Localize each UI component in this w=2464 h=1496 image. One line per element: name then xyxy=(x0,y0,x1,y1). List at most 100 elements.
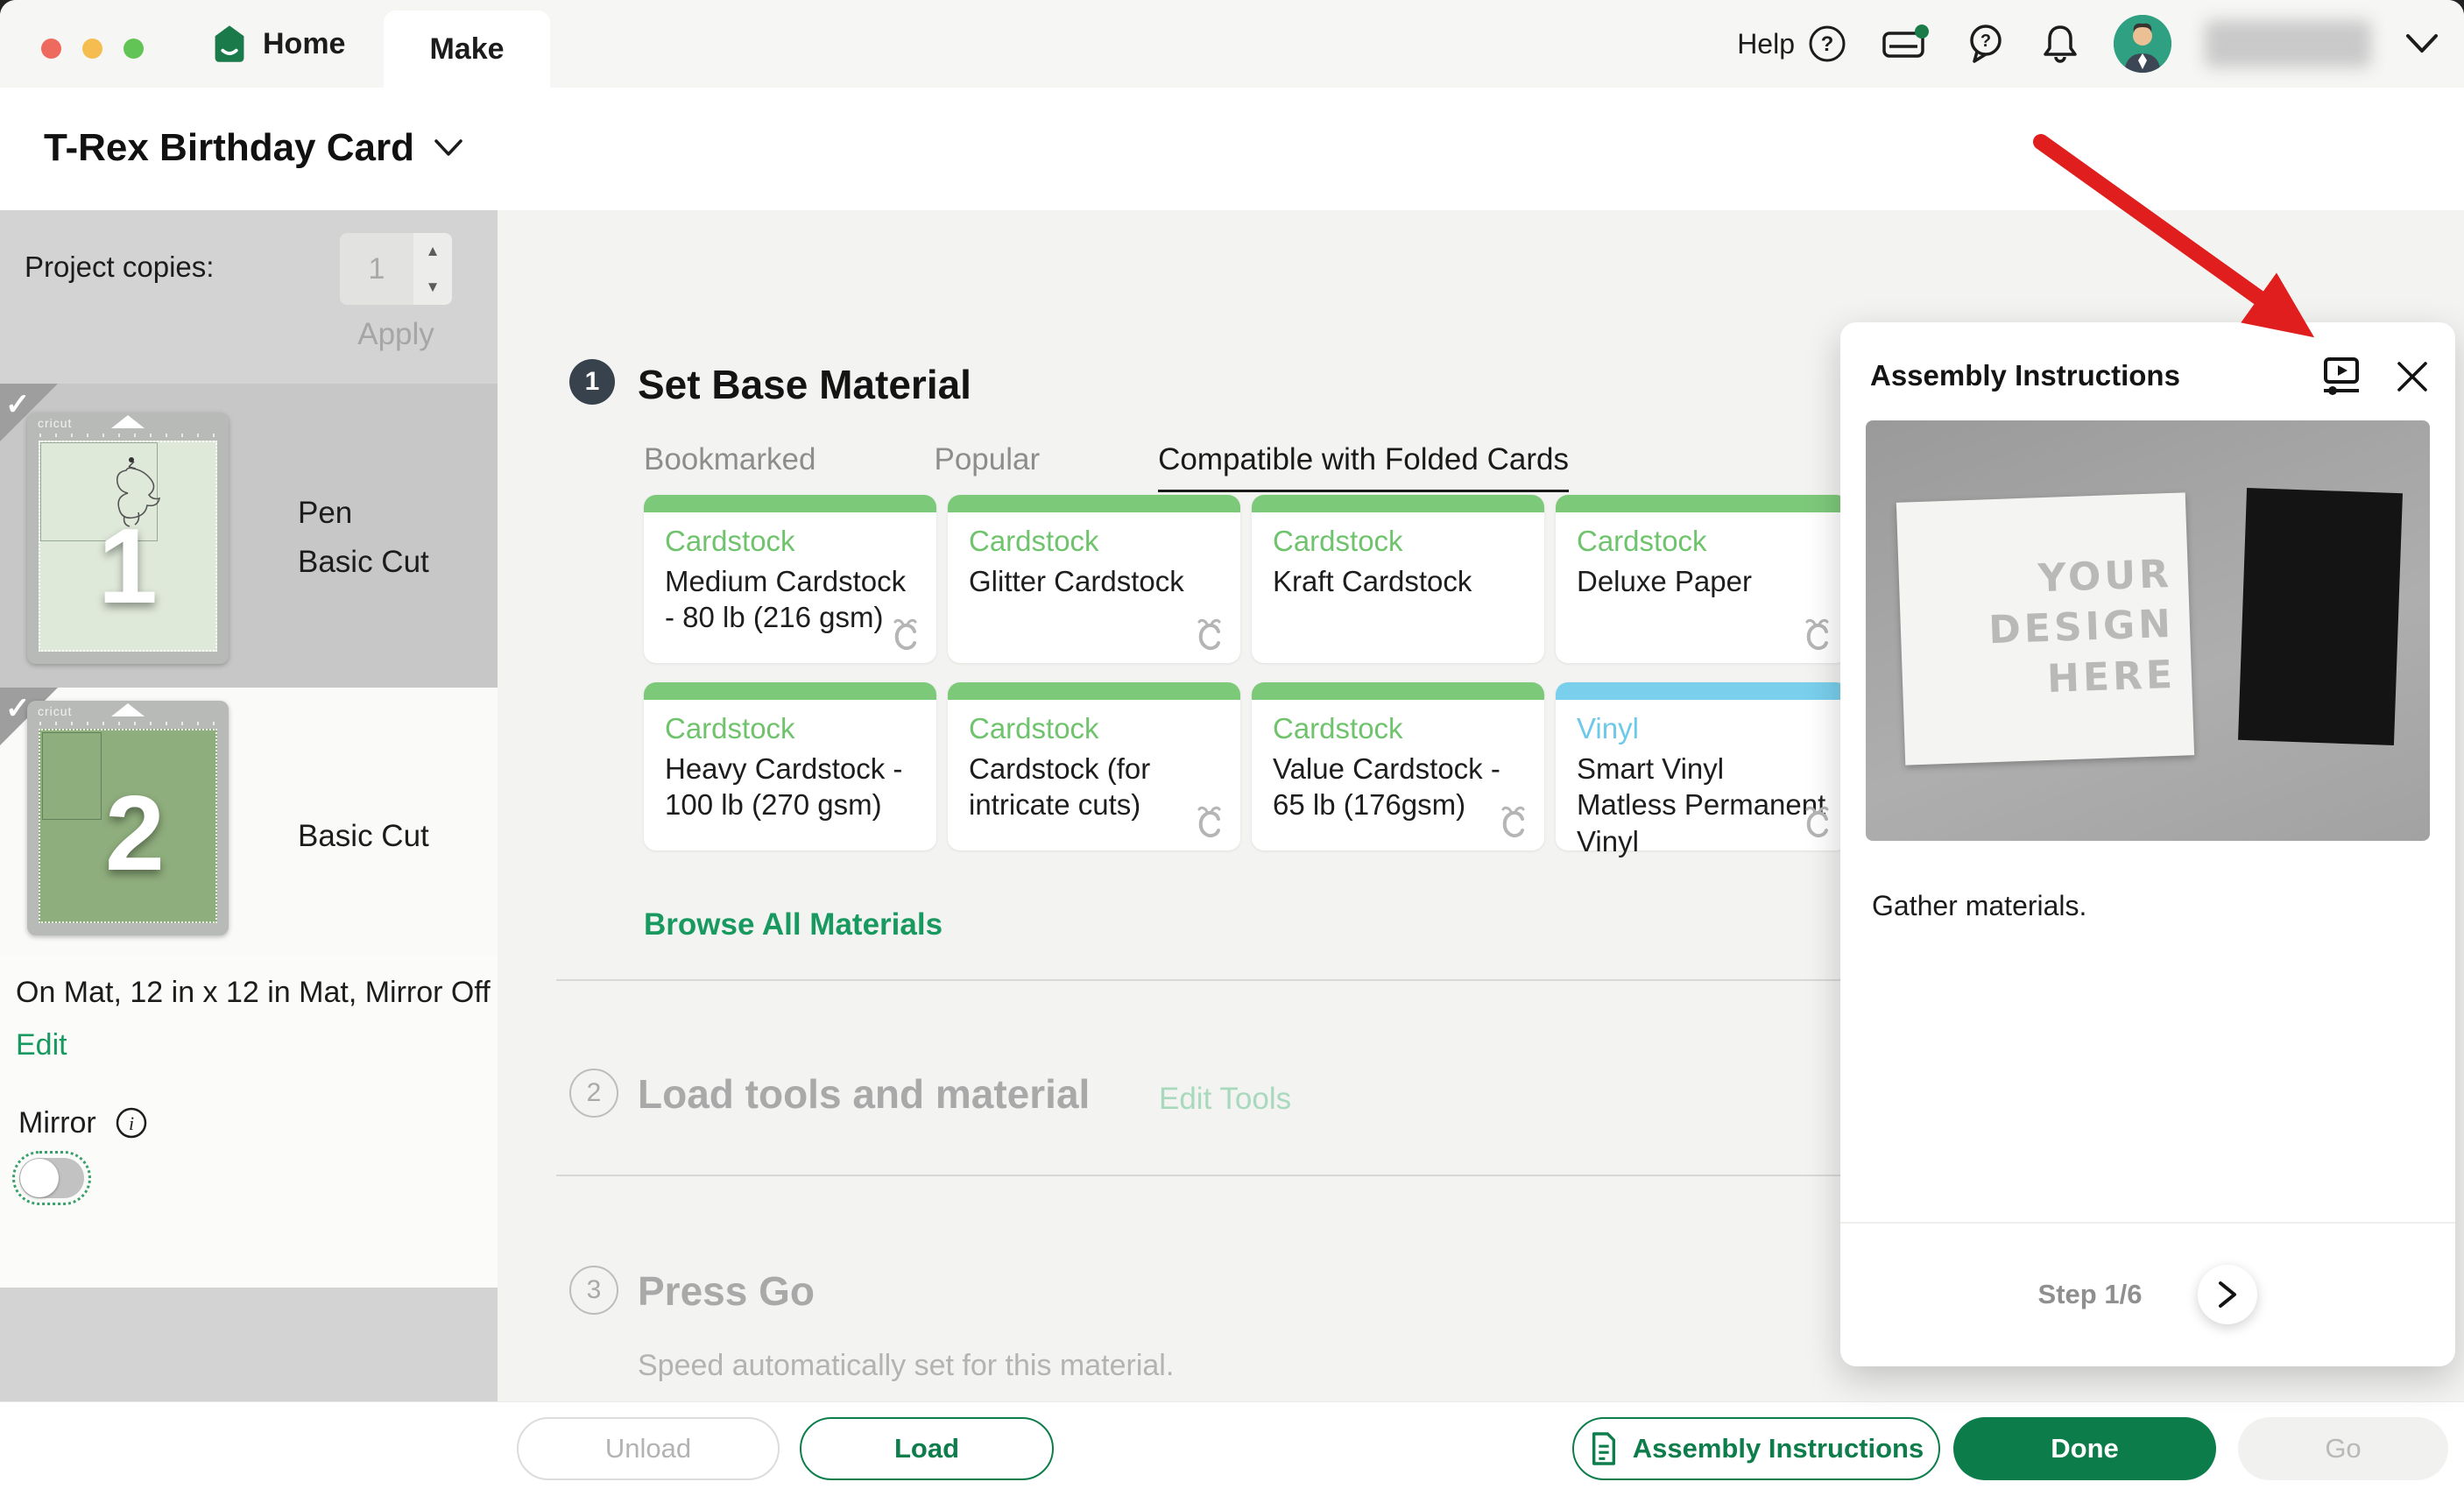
step3-subtitle: Speed automatically set for this materia… xyxy=(638,1349,1174,1383)
material-category: Cardstock xyxy=(665,525,936,558)
help-button[interactable]: Help ? xyxy=(1737,24,1847,64)
chevron-down-icon xyxy=(2404,32,2439,55)
instruction-photo: YOUR DESIGN HERE xyxy=(1866,420,2430,841)
video-tutorial-button[interactable] xyxy=(2319,354,2364,399)
photo-white-card: YOUR DESIGN HERE xyxy=(1896,492,2194,765)
material-card[interactable]: Cardstock Kraft Cardstock xyxy=(1252,495,1544,663)
notifications-button[interactable] xyxy=(2040,22,2080,66)
material-category: Cardstock xyxy=(969,525,1240,558)
assembly-instructions-button[interactable]: Assembly Instructions xyxy=(1572,1417,1940,1480)
project-copies-section: Project copies: 1 ▲ ▼ Apply xyxy=(0,210,498,384)
material-card[interactable]: Cardstock Glitter Cardstock xyxy=(948,495,1240,663)
mat-item-2[interactable]: ✓ cricut 2 Basic Cut xyxy=(0,688,498,955)
step-indicator: Step 1/6 xyxy=(2038,1279,2143,1310)
edit-tools-link[interactable]: Edit Tools xyxy=(1159,1082,1291,1117)
chevron-right-icon xyxy=(2216,1280,2239,1309)
mirror-label: Mirror xyxy=(18,1106,96,1140)
project-title: T-Rex Birthday Card xyxy=(44,126,414,170)
material-category: Cardstock xyxy=(969,712,1240,745)
cricut-logo-icon xyxy=(1801,617,1834,654)
make-tab-label: Make xyxy=(429,32,504,67)
tab-compatible[interactable]: Compatible with Folded Cards xyxy=(1158,442,1569,492)
step3-title: Press Go xyxy=(638,1267,815,1315)
tab-make[interactable]: Make xyxy=(384,11,550,88)
mat-item-1[interactable]: ✓ cricut 1 Pen Basic Cut xyxy=(0,384,498,688)
material-category: Vinyl xyxy=(1577,712,1848,745)
panel-title: Assembly Instructions xyxy=(1870,359,2180,392)
support-chat-button[interactable]: ? xyxy=(1965,22,2007,66)
copies-input[interactable]: 1 xyxy=(340,233,413,305)
apply-button[interactable]: Apply xyxy=(340,317,452,352)
svg-text:i: i xyxy=(129,1112,134,1134)
assembly-instructions-panel: Assembly Instructions YOUR DESI xyxy=(1840,322,2455,1366)
mat-1-preview: cricut 1 xyxy=(27,413,229,664)
mat-ruler xyxy=(39,722,216,725)
svg-text:?: ? xyxy=(1980,32,1991,51)
step2-title: Load tools and material xyxy=(638,1070,1090,1118)
traffic-light-minimize[interactable] xyxy=(82,39,102,59)
material-card[interactable]: Cardstock Deluxe Paper xyxy=(1556,495,1848,663)
svg-text:?: ? xyxy=(1821,32,1834,56)
cricut-brand-label: cricut xyxy=(38,704,72,718)
traffic-light-zoom[interactable] xyxy=(124,39,144,59)
material-cards-grid: Cardstock Medium Cardstock - 80 lb (216 … xyxy=(644,495,1848,850)
category-color-strip xyxy=(644,682,936,700)
mat-number: 1 xyxy=(98,512,158,619)
cricut-home-icon xyxy=(210,24,249,64)
material-name: Value Cardstock - 65 lb (176gsm) xyxy=(1273,751,1527,823)
copies-increment-button[interactable]: ▲ xyxy=(413,233,452,269)
cricut-logo-icon xyxy=(1193,617,1226,654)
material-name: Glitter Cardstock xyxy=(969,563,1223,599)
tab-popular[interactable]: Popular xyxy=(934,442,1040,492)
material-card[interactable]: Vinyl Smart Vinyl Matless Permanent Viny… xyxy=(1556,682,1848,850)
cricut-make-screen: Home Make Help ? xyxy=(0,0,2464,1496)
material-category: Cardstock xyxy=(665,712,936,745)
tab-home[interactable]: Home xyxy=(210,0,345,88)
mirror-info-icon[interactable]: i xyxy=(114,1105,149,1140)
next-step-button[interactable] xyxy=(2198,1265,2257,1324)
design-bounds xyxy=(42,732,102,820)
copies-decrement-button[interactable]: ▼ xyxy=(413,269,452,305)
go-button[interactable]: Go xyxy=(2238,1417,2448,1480)
material-name: Deluxe Paper xyxy=(1577,563,1831,599)
unload-button[interactable]: Unload xyxy=(517,1417,780,1480)
edit-mat-link[interactable]: Edit xyxy=(16,1028,67,1062)
mat-tool-label: Basic Cut xyxy=(298,819,429,854)
mat-settings-summary: On Mat, 12 in x 12 in Mat, Mirror Off xyxy=(16,976,491,1010)
material-name: Heavy Cardstock - 100 lb (270 gsm) xyxy=(665,751,919,823)
mat-tool-label: Basic Cut xyxy=(298,545,429,580)
machine-status-button[interactable] xyxy=(1881,23,1931,65)
mat-ruler xyxy=(39,434,216,437)
user-name-redacted xyxy=(2205,20,2371,67)
tab-bookmarked[interactable]: Bookmarked xyxy=(644,442,815,492)
bell-icon xyxy=(2040,22,2080,66)
section-divider xyxy=(556,1175,1840,1176)
load-button[interactable]: Load xyxy=(800,1417,1054,1480)
material-category: Cardstock xyxy=(1273,525,1544,558)
cricut-logo-icon xyxy=(1193,805,1226,842)
project-header: T-Rex Birthday Card xyxy=(0,88,2464,210)
cricut-logo-icon xyxy=(889,617,922,654)
material-tabs: Bookmarked Popular Compatible with Folde… xyxy=(644,442,1569,492)
material-card[interactable]: Cardstock Heavy Cardstock - 100 lb (270 … xyxy=(644,682,936,850)
material-card[interactable]: Cardstock Value Cardstock - 65 lb (176gs… xyxy=(1252,682,1544,850)
step1-title: Set Base Material xyxy=(638,361,971,408)
traffic-light-close[interactable] xyxy=(41,39,61,59)
avatar[interactable] xyxy=(2114,15,2171,73)
close-panel-button[interactable] xyxy=(2394,358,2431,395)
project-title-dropdown[interactable]: T-Rex Birthday Card xyxy=(44,126,463,170)
assembly-instructions-label: Assembly Instructions xyxy=(1633,1433,1924,1464)
material-card[interactable]: Cardstock Medium Cardstock - 80 lb (216 … xyxy=(644,495,936,663)
material-category: Cardstock xyxy=(1577,525,1848,558)
category-color-strip xyxy=(644,495,936,512)
browse-all-materials-link[interactable]: Browse All Materials xyxy=(644,907,943,942)
mirror-toggle[interactable] xyxy=(12,1151,91,1205)
action-bar: Unload Load Assembly Instructions Done G… xyxy=(0,1401,2464,1496)
cricut-brand-label: cricut xyxy=(38,416,72,430)
category-color-strip xyxy=(948,682,1240,700)
material-name: Medium Cardstock - 80 lb (216 gsm) xyxy=(665,563,919,636)
instruction-text: Gather materials. xyxy=(1872,890,2086,922)
done-button[interactable]: Done xyxy=(1953,1417,2216,1480)
account-menu-button[interactable] xyxy=(2404,32,2439,55)
material-card[interactable]: Cardstock Cardstock (for intricate cuts) xyxy=(948,682,1240,850)
